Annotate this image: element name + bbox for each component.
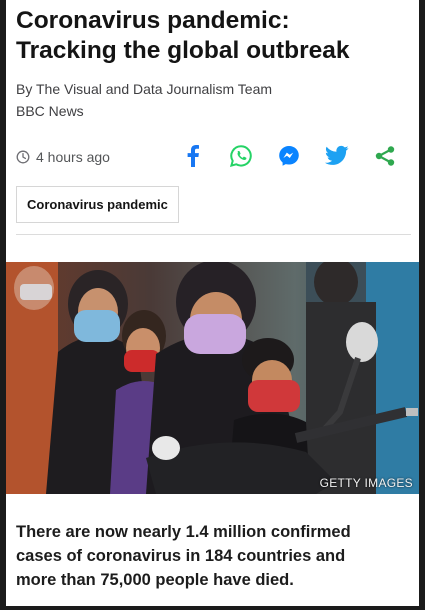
image-credit: GETTY IMAGES <box>319 476 413 490</box>
messenger-share-button[interactable] <box>276 143 302 169</box>
whatsapp-icon <box>229 145 252 168</box>
article-card: Coronavirus pandemic: Tracking the globa… <box>6 0 419 606</box>
byline: By The Visual and Data Journalism Team B… <box>16 78 272 122</box>
article-headline: Coronavirus pandemic: Tracking the globa… <box>16 6 411 66</box>
messenger-icon <box>279 146 299 166</box>
byline-author: By The Visual and Data Journalism Team <box>16 81 273 97</box>
headline-line-2: Tracking the global outbreak <box>16 37 350 64</box>
byline-source: BBC News <box>16 103 84 119</box>
clock-icon <box>16 150 30 164</box>
twitter-share-button[interactable] <box>324 143 350 169</box>
twitter-icon <box>325 145 349 165</box>
headline-line-1: Coronavirus pandemic: <box>16 7 290 34</box>
facebook-icon <box>187 145 199 167</box>
summary-line-3: more than 75,000 people have died. <box>16 571 294 589</box>
topic-tag-link[interactable]: Coronavirus pandemic <box>16 186 179 223</box>
summary-line-2: cases of coronavirus in 184 countries an… <box>16 547 346 565</box>
photo-illustration <box>6 262 419 494</box>
share-button[interactable] <box>372 143 398 169</box>
whatsapp-share-button[interactable] <box>228 143 254 169</box>
share-bar <box>180 143 398 169</box>
facebook-share-button[interactable] <box>180 143 206 169</box>
timestamp: 4 hours ago <box>16 146 110 168</box>
summary-line-1: There are now nearly 1.4 million confirm… <box>16 523 351 541</box>
article-photo: GETTY IMAGES <box>6 262 419 494</box>
article-summary: There are now nearly 1.4 million confirm… <box>16 520 416 592</box>
share-icon <box>375 146 395 166</box>
divider <box>16 234 411 235</box>
timestamp-text: 4 hours ago <box>36 149 110 165</box>
